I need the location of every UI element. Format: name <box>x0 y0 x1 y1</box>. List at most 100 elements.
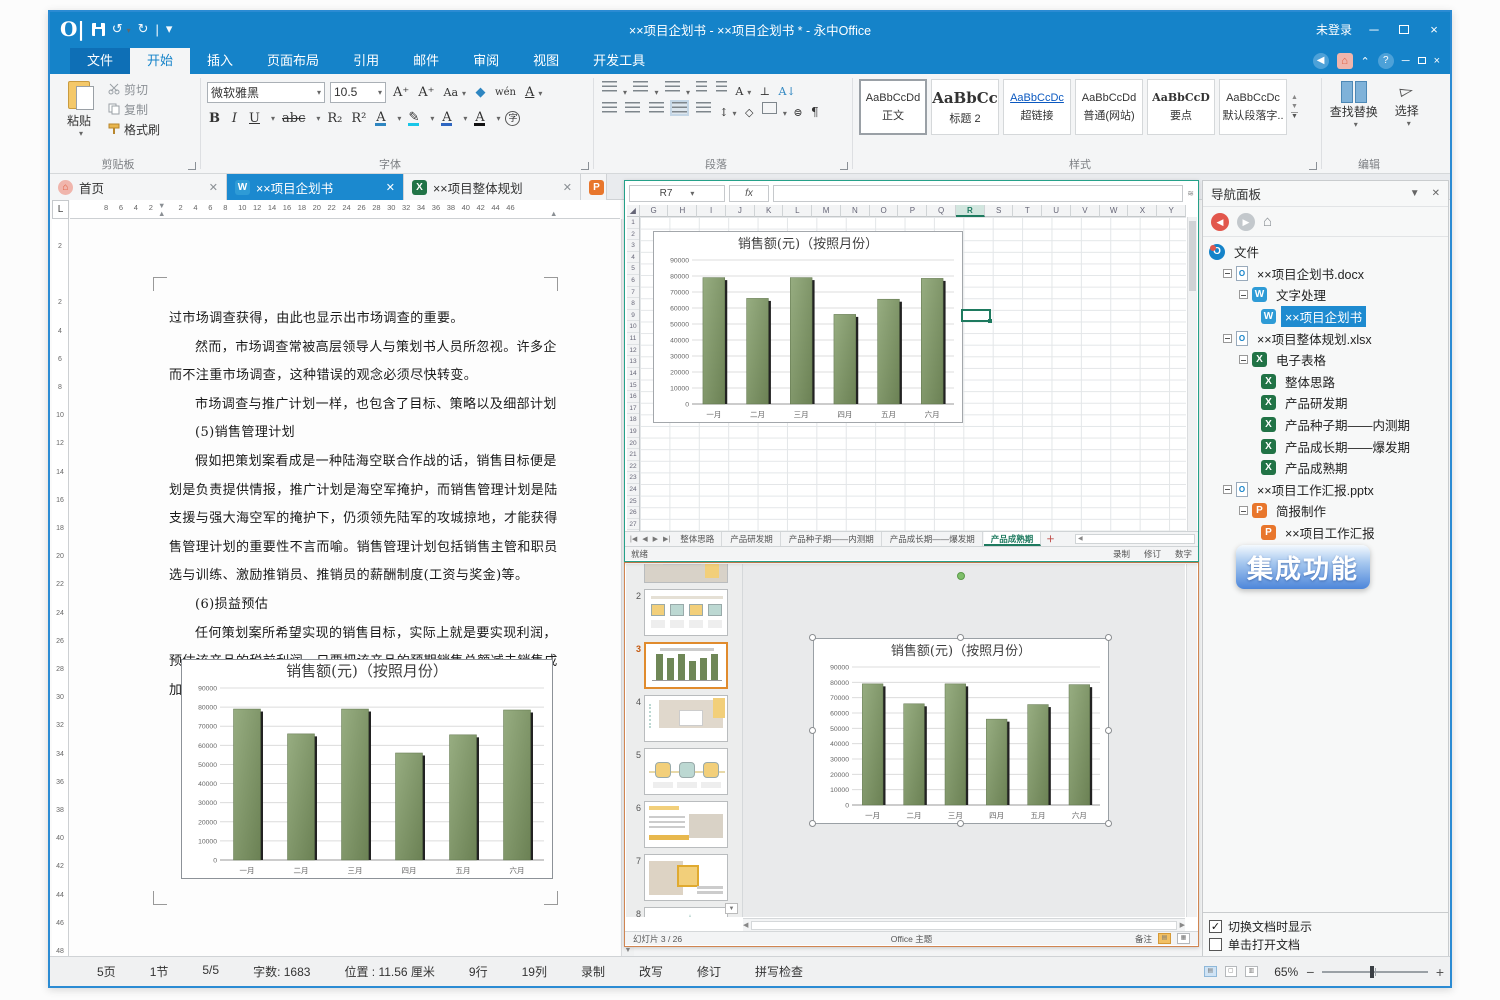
doc-tab-3[interactable]: X××项目整体规划✕ <box>404 174 581 200</box>
clipboard-dialog-launcher[interactable] <box>188 162 196 170</box>
nav-tree-item-8[interactable]: X产品研发期 <box>1203 392 1448 414</box>
sheet-tab-5[interactable]: 产品成熟期 <box>984 532 1042 546</box>
slide-frame[interactable] <box>644 907 728 917</box>
tree-expander-icon[interactable] <box>1239 290 1248 299</box>
column-headers[interactable]: ◢GHIJKLMNOPQRSTUVWXY <box>627 205 1186 217</box>
selected-cell[interactable] <box>961 309 991 322</box>
formula-expand-icon[interactable]: ≋ <box>1187 189 1194 198</box>
slide-frame[interactable] <box>644 695 728 742</box>
chart-handle-nw[interactable] <box>809 634 816 641</box>
ribbon-tab-6[interactable]: 邮件 <box>396 48 456 74</box>
row-header-13[interactable]: 13 <box>627 356 639 368</box>
normal-view-icon[interactable]: ▤ <box>1158 933 1171 944</box>
close-button[interactable]: × <box>1426 22 1442 37</box>
enclose-char-icon[interactable]: 字 <box>505 111 520 126</box>
doc-tab-close-icon[interactable]: ✕ <box>563 181 572 194</box>
ideographic-layout-icon[interactable]: ⊜ <box>791 106 804 119</box>
nav-tree-item-2[interactable]: O××项目企划书.docx <box>1203 263 1448 285</box>
slide-sorter-icon[interactable]: ▦ <box>1177 933 1190 944</box>
sheet-nav-icon-3[interactable]: ▶ <box>651 535 660 543</box>
clear-format-icon[interactable]: ◆ <box>473 85 488 100</box>
nav-tree-item-12[interactable]: O××项目工作汇报.pptx <box>1203 479 1448 501</box>
sheet-grid[interactable]: 销售额(元)（按照月份）0100002000030000400005000060… <box>640 217 1186 531</box>
align-right-icon[interactable] <box>649 102 664 114</box>
font-name-combo[interactable]: 微软雅黑▾ <box>207 82 325 103</box>
sheet-nav-icon-1[interactable]: |◀ <box>628 535 639 543</box>
doc-tab-close-icon[interactable]: ✕ <box>209 181 218 194</box>
column-header-R[interactable]: R <box>956 205 985 217</box>
slide-thumbnail-1[interactable]: 1 <box>628 564 738 583</box>
notes-toggle[interactable]: 备注 <box>1135 933 1152 945</box>
row-header-3[interactable]: 3 <box>627 240 639 252</box>
column-header-U[interactable]: U <box>1042 205 1071 217</box>
slide-frame[interactable] <box>644 748 728 795</box>
style-item-3[interactable]: AaBbCcDc超链接 <box>1003 79 1071 135</box>
row-header-14[interactable]: 14 <box>627 368 639 380</box>
tab-stop-selector[interactable]: L <box>52 200 69 219</box>
char-shading-icon[interactable]: A <box>472 110 487 126</box>
nav-tree-item-4[interactable]: W××项目企划书 <box>1203 306 1448 328</box>
column-header-N[interactable]: N <box>841 205 870 217</box>
nav-tree-item-11[interactable]: X产品成熟期 <box>1203 457 1448 479</box>
nav-tree-item-9[interactable]: X产品种子期——内测期 <box>1203 414 1448 436</box>
save-icon[interactable] <box>92 23 105 36</box>
row-header-20[interactable]: 20 <box>627 438 639 450</box>
column-header-M[interactable]: M <box>812 205 841 217</box>
login-status[interactable]: 未登录 <box>1316 21 1352 38</box>
nav-tree-item-7[interactable]: X整体思路 <box>1203 371 1448 393</box>
presentation-window[interactable]: 123456789 ▼ 销售额(元)（按照月份）0100002000030000… <box>624 562 1199 947</box>
style-item-1[interactable]: AaBbCcDd正文 <box>859 79 927 135</box>
ribbon-tab-4[interactable]: 页面布局 <box>250 48 336 74</box>
nav-tree-item-5[interactable]: O××项目整体规划.xlsx <box>1203 327 1448 349</box>
fx-icon[interactable]: fx <box>729 185 769 202</box>
nav-dropdown-icon[interactable]: ▼ <box>1410 188 1420 199</box>
doc-minimize-icon[interactable]: ─ <box>1402 55 1410 67</box>
ribbon-tab-5[interactable]: 引用 <box>336 48 396 74</box>
align-center-icon[interactable] <box>625 102 640 114</box>
font-size-combo[interactable]: 10.5▾ <box>330 82 386 103</box>
row-header-1[interactable]: 1 <box>627 217 639 229</box>
nav-close-icon[interactable]: ✕ <box>1432 188 1440 199</box>
dropdown-icon[interactable]: ▾ <box>430 114 434 123</box>
row-header-25[interactable]: 25 <box>627 496 639 508</box>
font-color-icon[interactable]: A <box>439 110 454 126</box>
nav-back-icon[interactable]: ◀ <box>1211 213 1229 231</box>
chart-handle-w[interactable] <box>809 727 816 734</box>
sheet-status-3[interactable]: 数字 <box>1175 548 1192 560</box>
sheet-tab-1[interactable]: 整体思路 <box>673 532 722 546</box>
doc-tab-2[interactable]: W××项目企划书✕ <box>227 174 404 200</box>
status-item-11[interactable]: 拼写检查 <box>738 963 820 980</box>
sheet-tab-2[interactable]: 产品研发期 <box>723 532 781 546</box>
paste-button[interactable]: 粘贴▾ <box>56 79 102 157</box>
sheet-horizontal-scrollbar[interactable] <box>1075 534 1195 544</box>
slide-thumbnail-3[interactable]: 3 <box>628 642 738 689</box>
select-all-corner[interactable]: ◢ <box>627 205 640 217</box>
nav-tree-item-13[interactable]: P简报制作 <box>1203 500 1448 522</box>
dropdown-icon[interactable]: ▾ <box>496 114 500 123</box>
column-header-T[interactable]: T <box>1013 205 1042 217</box>
ribbon-tab-2[interactable]: 开始 <box>130 48 190 74</box>
shading-icon[interactable]: ◇ <box>743 106 755 119</box>
row-header-12[interactable]: 12 <box>627 345 639 357</box>
hide-ribbon-icon[interactable]: ⌃ <box>1361 55 1370 68</box>
checkbox-unchecked-icon[interactable] <box>1209 938 1222 951</box>
justify-icon[interactable] <box>672 102 687 114</box>
dropdown-icon[interactable]: ▾ <box>463 114 467 123</box>
slide-frame[interactable] <box>644 801 728 848</box>
italic-button[interactable]: I <box>227 111 242 126</box>
redo-icon[interactable]: ↻ <box>138 21 149 37</box>
doc-tab-close-icon[interactable]: ✕ <box>386 181 395 194</box>
select-button[interactable]: ▻ 选择▾ <box>1390 79 1424 157</box>
horizontal-ruler[interactable]: 8642246810121416182022242628303234363840… <box>70 200 620 219</box>
paragraph-dialog-launcher[interactable] <box>840 162 848 170</box>
sheet-nav-icon-4[interactable]: ▶| <box>661 535 672 543</box>
find-replace-button[interactable]: 查找替换▾ <box>1328 79 1380 157</box>
slide-thumbnail-2[interactable]: 2 <box>628 589 738 636</box>
tree-expander-icon[interactable] <box>1239 506 1248 515</box>
column-header-X[interactable]: X <box>1128 205 1157 217</box>
strikethrough-button[interactable]: abc <box>280 111 307 126</box>
style-item-5[interactable]: AaBbCcD要点 <box>1147 79 1215 135</box>
subscript-button[interactable]: R₂ <box>325 111 344 126</box>
tree-expander-icon[interactable] <box>1223 334 1232 343</box>
page-view-icon[interactable]: ▤ <box>1204 966 1217 977</box>
